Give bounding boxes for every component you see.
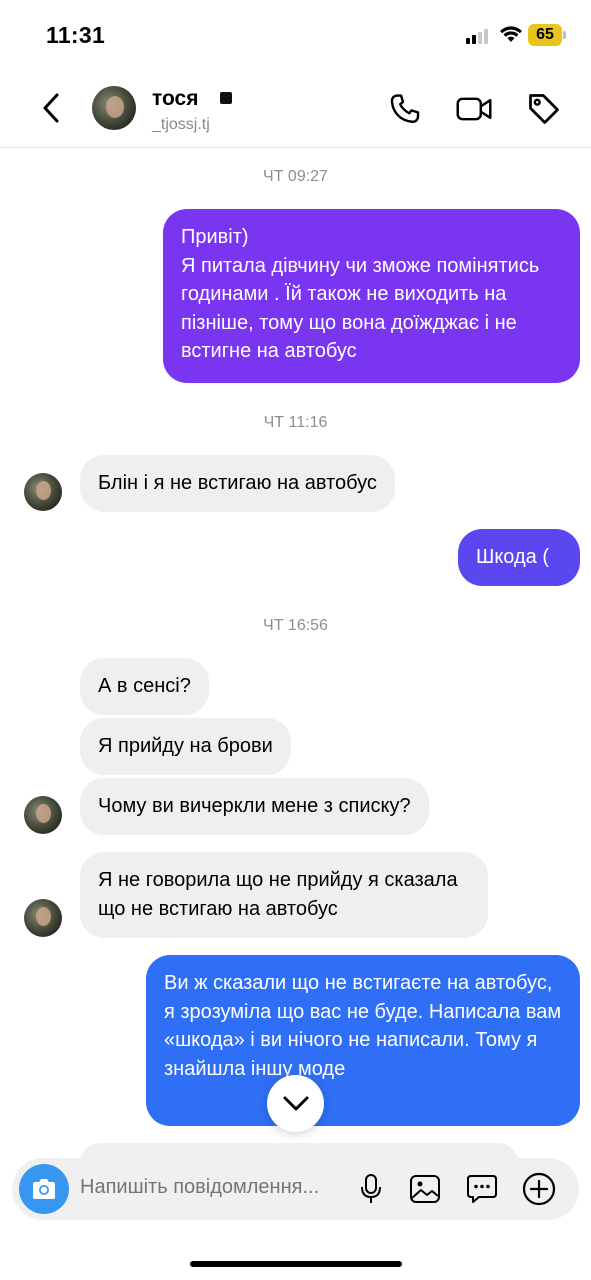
chevron-left-icon xyxy=(43,93,59,123)
tag-icon xyxy=(529,94,559,124)
incoming-message[interactable]: Я прийду на брови xyxy=(80,718,291,775)
contact-avatar-small[interactable] xyxy=(24,899,62,937)
sticker-button[interactable] xyxy=(464,1171,500,1207)
plus-circle-icon xyxy=(522,1172,556,1206)
camera-button[interactable] xyxy=(19,1164,69,1214)
message-composer xyxy=(12,1158,579,1220)
microphone-icon xyxy=(361,1174,381,1203)
label-button[interactable] xyxy=(525,90,563,128)
status-bar: 11:31 65 xyxy=(0,0,591,70)
incoming-message[interactable]: Чому ви вичеркли мене з списку? xyxy=(80,778,429,835)
timestamp: ЧТ 11:16 xyxy=(263,414,328,431)
battery-icon: 65 xyxy=(528,24,566,46)
more-button[interactable] xyxy=(521,1171,557,1207)
incoming-message[interactable]: А в сенсі? xyxy=(80,658,209,715)
incoming-message[interactable]: Блін і я не встигаю на автобус xyxy=(80,455,395,512)
video-call-button[interactable] xyxy=(455,90,493,128)
signal-icon xyxy=(466,28,492,44)
chat-header: тося _tjossj.tj xyxy=(0,70,591,148)
battery-level: 65 xyxy=(536,26,554,43)
outgoing-message[interactable]: Привіт) Я питала дівчину чи зможе поміня… xyxy=(163,209,580,383)
timestamp: ЧТ 09:27 xyxy=(263,168,328,185)
home-indicator xyxy=(190,1261,402,1267)
gallery-button[interactable] xyxy=(407,1171,443,1207)
message-input[interactable] xyxy=(80,1176,350,1199)
outgoing-message[interactable]: Ви ж сказали що не встигаєте на автобус,… xyxy=(146,955,580,1126)
contact-username[interactable]: _tjossj.tj xyxy=(152,116,210,134)
wifi-icon xyxy=(499,25,523,48)
chat-bubble-icon xyxy=(467,1175,497,1203)
contact-name[interactable]: тося xyxy=(152,87,199,111)
outgoing-message[interactable]: Шкода ( xyxy=(458,529,580,586)
contact-avatar-small[interactable] xyxy=(24,796,62,834)
name-emoji-badge xyxy=(220,92,232,104)
timestamp: ЧТ 16:56 xyxy=(263,617,328,634)
status-time: 11:31 xyxy=(46,22,106,48)
image-icon xyxy=(410,1175,440,1203)
contact-avatar-small[interactable] xyxy=(24,473,62,511)
incoming-message[interactable]: Я не говорила що не прийду я сказала що … xyxy=(80,852,488,938)
voice-message-button[interactable] xyxy=(353,1171,389,1207)
back-button[interactable] xyxy=(36,90,66,126)
phone-icon xyxy=(390,94,420,123)
call-button[interactable] xyxy=(386,90,424,128)
camera-icon xyxy=(33,1179,55,1199)
scroll-to-bottom-button[interactable] xyxy=(267,1075,324,1132)
video-camera-icon xyxy=(456,97,492,121)
chevron-down-icon xyxy=(283,1096,308,1110)
contact-avatar[interactable] xyxy=(92,86,136,130)
